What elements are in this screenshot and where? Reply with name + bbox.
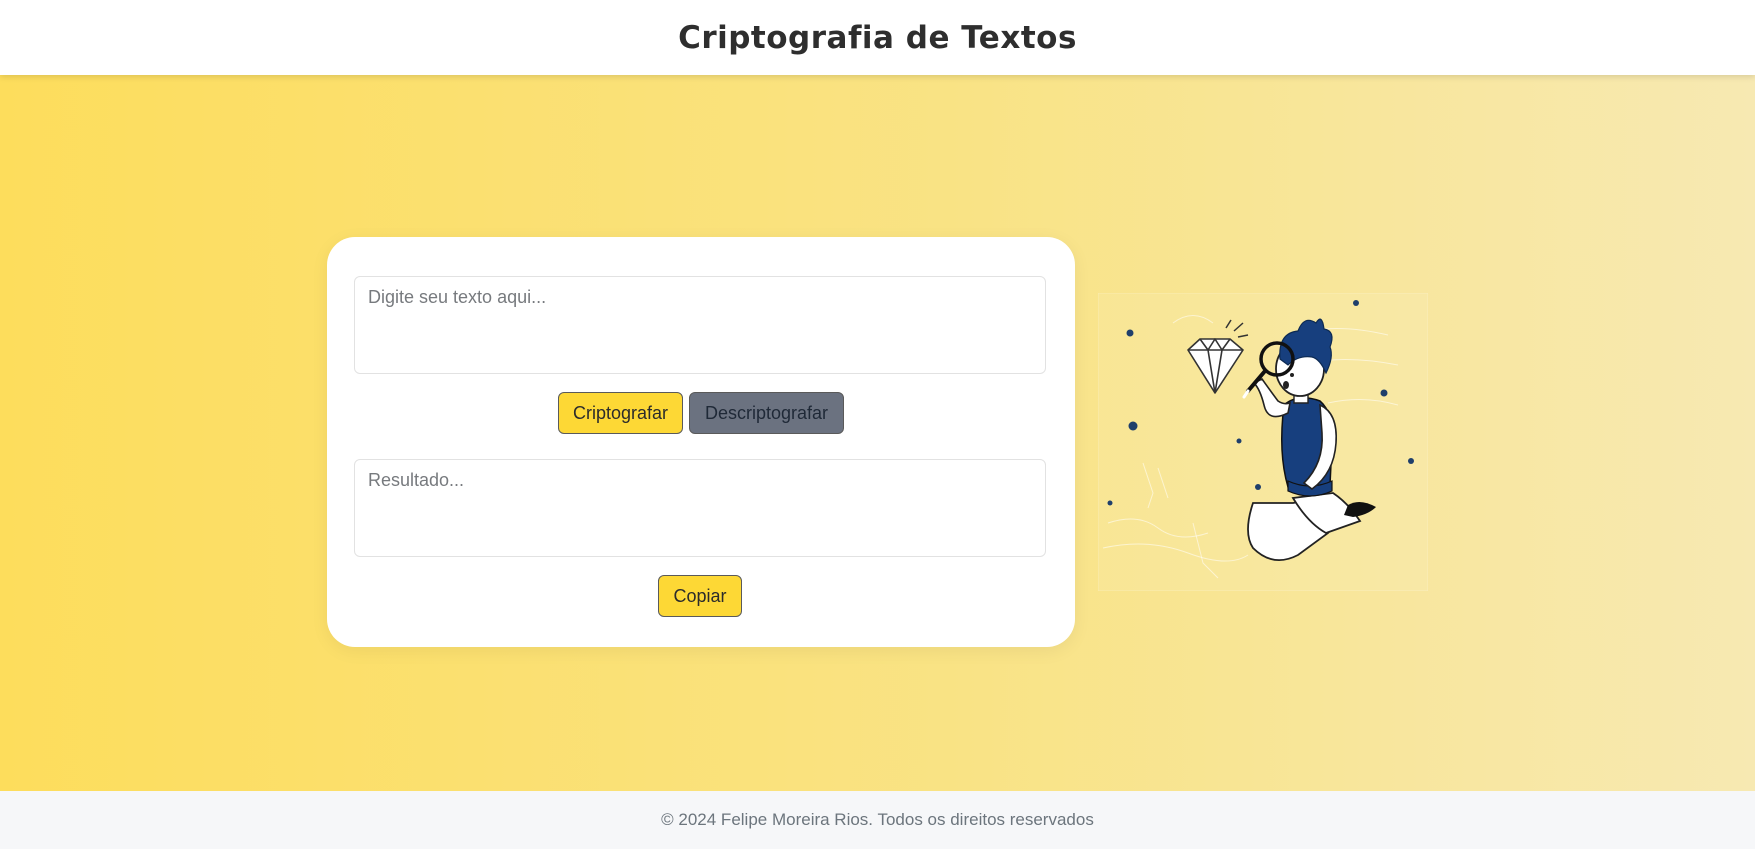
decrypt-button[interactable]: Descriptografar (689, 392, 844, 434)
copyright-text: © 2024 Felipe Moreira Rios. Todos os dir… (661, 810, 1094, 829)
main-area: Criptografar Descriptografar Copiar (0, 75, 1755, 791)
person-with-magnifier-illustration (1097, 292, 1429, 592)
result-textarea[interactable] (354, 459, 1046, 557)
page-title: Criptografia de Textos (678, 19, 1077, 56)
footer: © 2024 Felipe Moreira Rios. Todos os dir… (0, 791, 1755, 849)
crypto-card: Criptografar Descriptografar Copiar (327, 237, 1075, 647)
copy-button[interactable]: Copiar (658, 575, 742, 617)
encrypt-button[interactable]: Criptografar (558, 392, 683, 434)
header: Criptografia de Textos (0, 0, 1755, 75)
input-textarea[interactable] (354, 276, 1046, 374)
